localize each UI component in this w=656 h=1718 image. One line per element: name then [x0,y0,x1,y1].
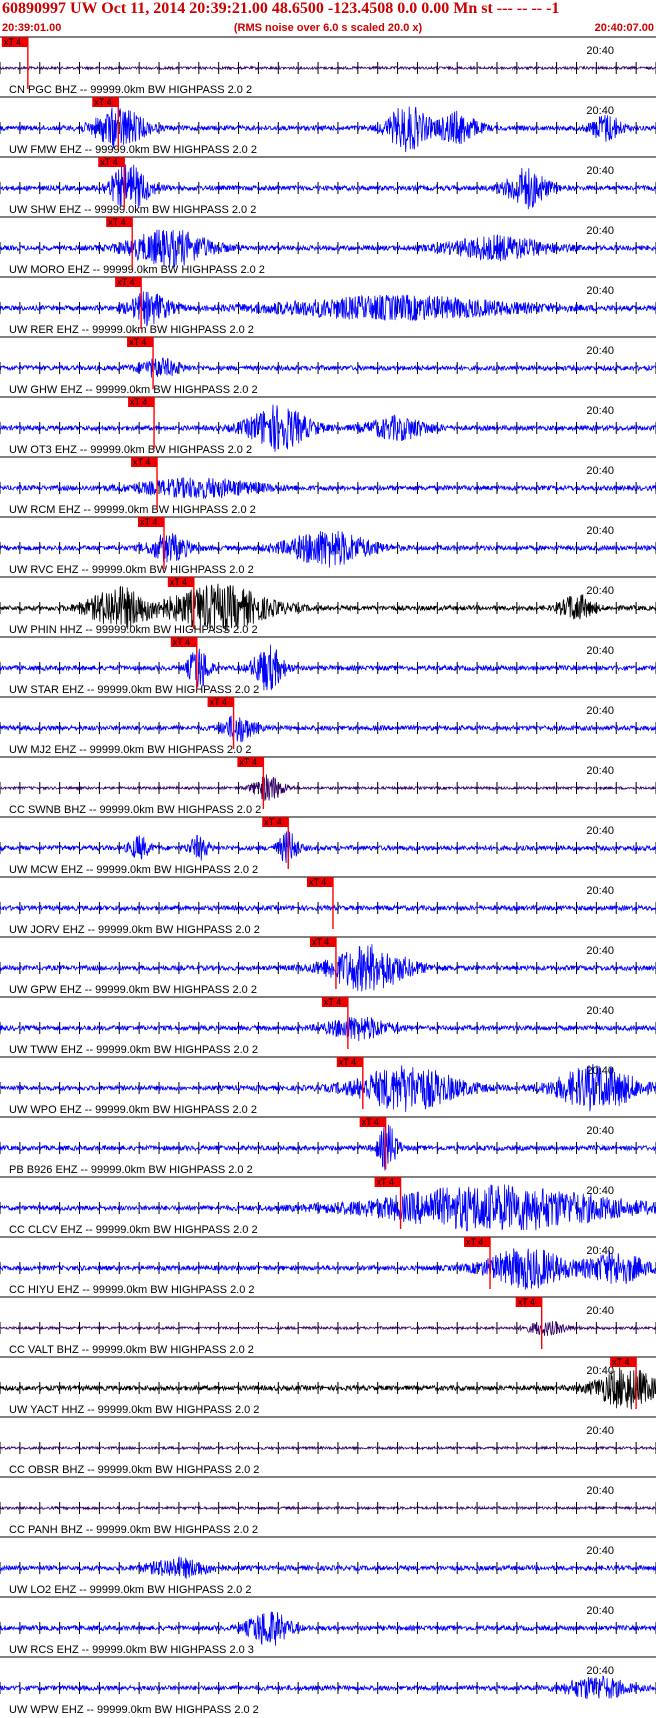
minute-label: 20:40 [586,165,614,177]
station-label: UW PHIN HHZ -- 99999.0km BW HIGHPASS 2.0… [9,624,258,636]
minute-label: 20:40 [586,525,614,537]
pick-label: xT 4 [239,757,256,767]
station-label: UW TWW EHZ -- 99999.0km BW HIGHPASS 2.0 … [9,1044,258,1056]
station-label: PB B926 EHZ -- 99999.0km BW HIGHPASS 2.0… [9,1164,253,1176]
pick-label: xT 4 [117,277,134,287]
waveform-trace [0,65,656,71]
waveform-trace [0,1505,656,1511]
station-label: UW GHW EHZ -- 99999.0km BW HIGHPASS 2.0 … [9,384,258,396]
minute-label: 20:40 [586,1365,614,1377]
station-label: UW WPO EHZ -- 99999.0km BW HIGHPASS 2.0 … [9,1104,257,1116]
waveform-trace [0,715,656,743]
station-label: CC CLCV EHZ -- 99999.0km BW HIGHPASS 2.0… [9,1224,258,1236]
station-label: UW YACT HHZ -- 99999.0km BW HIGHPASS 2.0… [9,1404,259,1416]
waveform-trace [0,477,656,499]
minute-label: 20:40 [586,885,614,897]
station-label: CN PGC BHZ -- 99999.0km BW HIGHPASS 2.0 … [9,84,252,96]
waveform-trace [0,831,656,864]
pick-label: xT 4 [324,997,341,1007]
station-label: UW GPW EHZ -- 99999.0km BW HIGHPASS 2.0 … [9,984,257,996]
pick-label: xT 4 [612,1357,629,1367]
pick-label: xT 4 [108,217,125,227]
waveform-trace [0,291,656,327]
station-label: CC HIYU EHZ -- 99999.0km BW HIGHPASS 2.0… [9,1284,255,1296]
minute-label: 20:40 [586,1545,614,1557]
minute-label: 20:40 [586,105,614,117]
minute-label: 20:40 [586,1485,614,1497]
pick-label: xT 4 [312,937,329,947]
station-label: UW RER EHZ -- 99999.0km BW HIGHPASS 2.0 … [9,324,254,336]
minute-label: 20:40 [586,585,614,597]
pick-label: xT 4 [362,1117,379,1127]
station-label: UW RCM EHZ -- 99999.0km BW HIGHPASS 2.0 … [9,504,256,516]
pick-label: xT 4 [4,37,21,47]
station-label: UW FMW EHZ -- 99999.0km BW HIGHPASS 2.0 … [9,144,257,156]
minute-label: 20:40 [586,285,614,297]
waveform-trace [0,1675,656,1700]
minute-label: 20:40 [586,1005,614,1017]
waveform-trace [0,229,656,268]
pick-label: xT 4 [377,1177,394,1187]
pick-label: xT 4 [339,1057,356,1067]
station-label: UW RCS EHZ -- 99999.0km BW HIGHPASS 2.0 … [9,1644,254,1656]
pick-label: xT 4 [173,637,190,647]
waveform-trace [0,904,656,912]
minute-label: 20:40 [586,825,614,837]
minute-label: 20:40 [586,1065,614,1077]
pick-label: xT 4 [518,1297,535,1307]
waveform-trace [0,164,656,210]
minute-label: 20:40 [586,225,614,237]
minute-label: 20:40 [586,465,614,477]
minute-label: 20:40 [586,345,614,357]
station-label: UW WPW EHZ -- 99999.0km BW HIGHPASS 2.0 … [9,1704,259,1716]
waveform-trace [0,357,656,378]
minute-label: 20:40 [586,765,614,777]
station-label: CC PANH BHZ -- 99999.0km BW HIGHPASS 2.0… [9,1524,258,1536]
minute-label: 20:40 [586,1125,614,1137]
pick-label: xT 4 [264,817,281,827]
station-label: UW MCW EHZ -- 99999.0km BW HIGHPASS 2.0 … [9,864,258,876]
minute-label: 20:40 [586,1185,614,1197]
minute-label: 20:40 [586,705,614,717]
pick-label: xT 4 [170,577,187,587]
minute-label: 20:40 [586,1305,614,1317]
station-label: UW OT3 EHZ -- 99999.0km BW HIGHPASS 2.0 … [9,444,252,456]
station-label: UW STAR EHZ -- 99999.0km BW HIGHPASS 2.0… [9,684,259,696]
station-label: UW SHW EHZ -- 99999.0km BW HIGHPASS 2.0 … [9,204,256,216]
waveform-trace [0,1611,656,1646]
waveform-trace [0,1445,656,1451]
waveform-trace [0,1367,656,1410]
minute-label: 20:40 [586,1425,614,1437]
waveform-trace [0,1320,656,1336]
minute-label: 20:40 [586,405,614,417]
pick-label: xT 4 [130,397,147,407]
minute-label: 20:40 [586,645,614,657]
pick-label: xT 4 [466,1237,483,1247]
pick-label: xT 4 [129,337,146,347]
station-label: UW LO2 EHZ -- 99999.0km BW HIGHPASS 2.0 … [9,1584,251,1596]
waveform-trace [0,531,656,568]
pick-label: xT 4 [100,157,117,167]
seismogram-plot: 20:40 CN PGC BHZ -- 99999.0km BW HIGHPASS… [0,36,656,1716]
station-label: UW RVC EHZ -- 99999.0km BW HIGHPASS 2.0 … [9,564,254,576]
minute-label: 20:40 [586,945,614,957]
minute-label: 20:40 [586,45,614,57]
station-label: CC SWNB BHZ -- 99999.0km BW HIGHPASS 2.0… [9,804,261,816]
waveform-trace [0,774,656,801]
station-label: UW MORO EHZ -- 99999.0km BW HIGHPASS 2.0… [9,264,265,276]
waveform-trace [0,1016,656,1042]
station-label: UW JORV EHZ -- 99999.0km BW HIGHPASS 2.0… [9,924,260,936]
minute-label: 20:40 [586,1605,614,1617]
pick-label: xT 4 [309,877,326,887]
pick-label: xT 4 [140,517,157,527]
station-label: CC VALT BHZ -- 99999.0km BW HIGHPASS 2.0… [9,1344,254,1356]
minute-label: 20:40 [586,1665,614,1677]
pick-label: xT 4 [210,697,227,707]
station-label: UW MJ2 EHZ -- 99999.0km BW HIGHPASS 2.0 … [9,744,251,756]
station-label: CC OBSR BHZ -- 99999.0km BW HIGHPASS 2.0… [9,1464,259,1476]
pick-label: xT 4 [133,457,150,467]
pick-label: xT 4 [94,97,111,107]
minute-label: 20:40 [586,1245,614,1257]
waveform-trace [0,1555,656,1579]
